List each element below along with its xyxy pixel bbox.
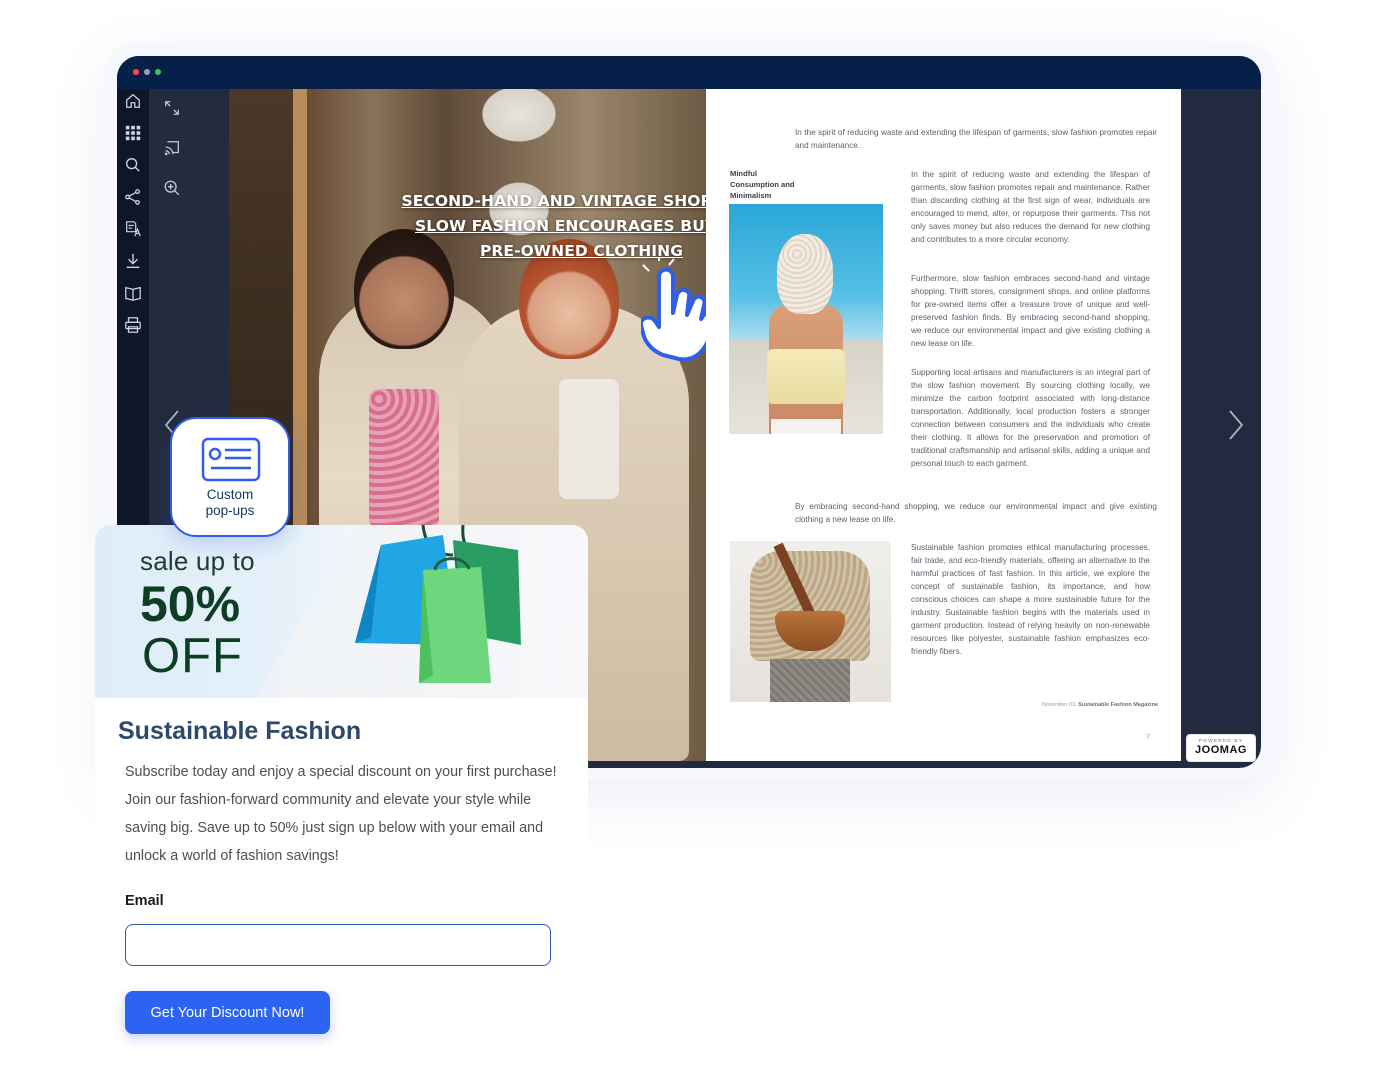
- popup-title: Sustainable Fashion: [118, 717, 362, 745]
- home-icon[interactable]: [123, 91, 143, 111]
- headline-line-2: SLOW FASHION ENCOURAGES BUYING: [415, 217, 706, 235]
- grid-icon[interactable]: [123, 123, 143, 143]
- headline-line-1: SECOND-HAND AND VINTAGE SHOPPING:: [401, 192, 706, 210]
- translate-icon[interactable]: [123, 219, 143, 239]
- side-heading: Mindful Consumption and Minimalism: [730, 168, 820, 201]
- intro-paragraph: In the spirit of reducing waste and exte…: [795, 128, 1157, 150]
- page-number: 7: [1146, 734, 1150, 741]
- maximize-dot[interactable]: [155, 69, 161, 75]
- joomag-wordmark: JOOMAG: [1195, 744, 1247, 756]
- footer-magazine: Sustainable Fashion Magazine: [1078, 702, 1158, 708]
- photo-pink-top: [369, 389, 439, 529]
- footer-date: November 03,: [1042, 702, 1077, 708]
- popup-body: Sustainable Fashion Subscribe today and …: [95, 698, 588, 1071]
- photo-trousers: [770, 659, 850, 702]
- expand-icon[interactable]: [163, 99, 183, 119]
- email-field[interactable]: [125, 924, 551, 966]
- pull-paragraph: By embracing second-hand shopping, we re…: [795, 502, 1157, 524]
- paragraph-2: Furthermore, slow fashion embraces secon…: [911, 274, 1150, 348]
- search-icon[interactable]: [123, 155, 143, 175]
- photo-pants: [771, 419, 841, 434]
- badge-label-line-1: Custom: [206, 487, 254, 502]
- share-icon[interactable]: [123, 187, 143, 207]
- book-icon[interactable]: [123, 283, 143, 303]
- pointer-hand-icon: [639, 255, 706, 367]
- photo-yellow-top: [767, 349, 845, 404]
- fanny-pack-photo: [730, 541, 891, 702]
- side-heading-line-3: Minimalism: [730, 191, 772, 200]
- right-page[interactable]: In the spirit of reducing waste and exte…: [706, 89, 1181, 761]
- paragraph-1: In the spirit of reducing waste and exte…: [911, 170, 1150, 244]
- sale-percent-text: 50%: [140, 576, 241, 632]
- lace-mask-photo: [729, 204, 883, 434]
- badge-label-line-2: pop-ups: [205, 503, 255, 518]
- side-heading-line-2: Consumption and: [730, 180, 795, 189]
- stage: SECOND-HAND AND VINTAGE SHOPPING: SLOW F…: [0, 0, 1379, 1071]
- title-bar: [117, 56, 1261, 89]
- popup-description: Subscribe today and enjoy a special disc…: [125, 764, 557, 864]
- photo-white-shirt: [559, 379, 619, 499]
- minimize-dot[interactable]: [144, 69, 150, 75]
- paragraph-3: Supporting local artisans and manufactur…: [911, 368, 1150, 468]
- discount-popup: sale up to 50% OFF Sustainable Fashion S…: [95, 525, 588, 1071]
- sale-off-text: OFF: [142, 629, 243, 683]
- print-icon[interactable]: [123, 315, 143, 335]
- side-heading-line-1: Mindful: [730, 169, 757, 178]
- next-page-icon[interactable]: [1225, 408, 1247, 442]
- download-icon[interactable]: [123, 251, 143, 271]
- photo-lace-mask: [777, 234, 833, 314]
- sale-up-to-text: sale up to: [140, 546, 255, 576]
- id-card-icon: [201, 437, 261, 482]
- cast-icon[interactable]: [163, 139, 183, 159]
- popup-hero-banner: sale up to 50% OFF: [95, 525, 588, 698]
- article-headline-link[interactable]: SECOND-HAND AND VINTAGE SHOPPING: SLOW F…: [369, 189, 706, 264]
- paragraph-4: Sustainable fashion promotes ethical man…: [911, 543, 1150, 656]
- zoom-in-icon[interactable]: [163, 179, 183, 199]
- email-label: Email: [125, 893, 164, 909]
- get-discount-button[interactable]: Get Your Discount Now!: [125, 991, 330, 1034]
- joomag-logo[interactable]: POWERED BY JOOMAG: [1187, 735, 1255, 761]
- page-footer: November 03, Sustainable Fashion Magazin…: [946, 702, 1158, 708]
- close-dot[interactable]: [133, 69, 139, 75]
- badge-label: Custom pop-ups: [172, 487, 288, 519]
- custom-popups-badge: Custom pop-ups: [170, 417, 290, 537]
- shopping-bags-icon: [353, 525, 533, 690]
